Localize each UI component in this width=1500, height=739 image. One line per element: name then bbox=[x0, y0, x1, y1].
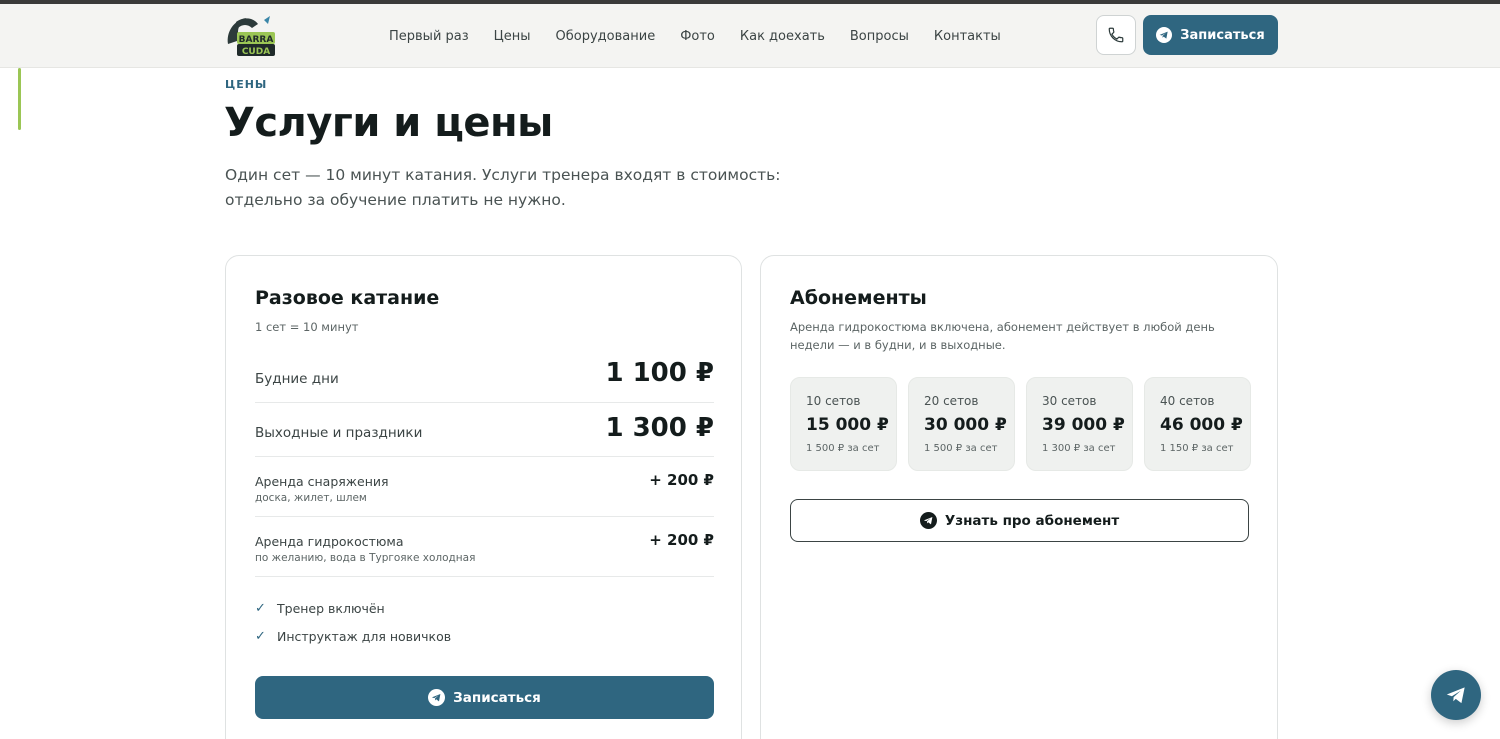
single-signup-button[interactable]: Записаться bbox=[255, 676, 714, 719]
single-ride-subtitle: 1 сет = 10 минут bbox=[255, 320, 359, 334]
price-row-note: доска, жилет, шлем bbox=[255, 492, 367, 504]
price-row-wetsuit-rental: Аренда гидрокостюма по желанию, вода в Т… bbox=[255, 517, 714, 577]
nav-directions[interactable]: Как доехать bbox=[740, 29, 825, 44]
nav-prices[interactable]: Цены bbox=[494, 29, 531, 44]
price-row-value: + 200 ₽ bbox=[649, 471, 714, 489]
feature-coach-included: ✓ Тренер включён bbox=[255, 601, 385, 616]
subscriptions-subtitle: Аренда гидрокостюма включена, абонемент … bbox=[790, 320, 1215, 352]
plan-sets: 30 сетов bbox=[1042, 394, 1097, 408]
price-row-value: + 200 ₽ bbox=[649, 531, 714, 549]
plan-card[interactable]: 10 сетов 15 000 ₽ 1 500 ₽ за сет bbox=[790, 377, 897, 471]
single-ride-title: Разовое катание bbox=[255, 287, 440, 309]
price-row-label: Аренда гидрокостюма bbox=[255, 534, 404, 549]
plan-amount: 39 000 ₽ bbox=[1042, 415, 1125, 435]
price-row-weekends: Выходные и праздники 1 300 ₽ bbox=[255, 403, 714, 457]
logo-word-2: CUDA bbox=[242, 47, 270, 57]
telegram-icon bbox=[919, 512, 937, 529]
price-row-gear-rental: Аренда снаряжения доска, жилет, шлем + 2… bbox=[255, 457, 714, 517]
plan-card[interactable]: 40 сетов 46 000 ₽ 1 150 ₽ за сет bbox=[1144, 377, 1251, 471]
subscription-info-button[interactable]: Узнать про абонемент bbox=[790, 499, 1249, 542]
header-signup-button[interactable]: Записаться bbox=[1143, 15, 1278, 55]
plan-per-set: 1 500 ₽ за сет bbox=[924, 443, 998, 454]
plan-amount: 15 000 ₽ bbox=[806, 415, 889, 435]
plan-card[interactable]: 20 сетов 30 000 ₽ 1 500 ₽ за сет bbox=[908, 377, 1015, 471]
single-signup-label: Записаться bbox=[453, 689, 541, 706]
price-row-weekdays: Будние дни 1 100 ₽ bbox=[255, 348, 714, 403]
floating-telegram-button[interactable] bbox=[1431, 670, 1481, 720]
plan-sets: 20 сетов bbox=[924, 394, 979, 408]
price-row-label: Будние дни bbox=[255, 371, 339, 387]
main-nav: Первый раз Цены Оборудование Фото Как до… bbox=[389, 4, 1026, 68]
plan-sets: 10 сетов bbox=[806, 394, 861, 408]
brand-logo[interactable]: BARRA CUDA bbox=[224, 14, 278, 58]
plan-per-set: 1 500 ₽ за сет bbox=[806, 443, 880, 454]
section-lead: Один сет — 10 минут катания. Услуги трен… bbox=[225, 166, 781, 209]
nav-contacts[interactable]: Контакты bbox=[934, 29, 1001, 44]
price-row-value: 1 100 ₽ bbox=[605, 358, 714, 388]
subscription-plans: 10 сетов 15 000 ₽ 1 500 ₽ за сет 20 сето… bbox=[790, 377, 1251, 471]
price-row-note: по желанию, вода в Тургояке холодная bbox=[255, 552, 476, 564]
subscriptions-title: Абонементы bbox=[790, 287, 927, 309]
page-title: Услуги и цены bbox=[224, 100, 553, 146]
plan-card[interactable]: 30 сетов 39 000 ₽ 1 300 ₽ за сет bbox=[1026, 377, 1133, 471]
plan-amount: 30 000 ₽ bbox=[924, 415, 1007, 435]
feature-label: Тренер включён bbox=[277, 601, 385, 616]
section-eyebrow: ЦЕНЫ bbox=[225, 78, 268, 91]
logo-word-1: BARRA bbox=[239, 35, 274, 45]
feature-briefing: ✓ Инструктаж для новичков bbox=[255, 629, 451, 644]
phone-icon bbox=[1108, 27, 1124, 43]
decorative-accent-line bbox=[18, 68, 21, 130]
check-icon: ✓ bbox=[255, 629, 266, 644]
site-header: BARRA CUDA Первый раз Цены Оборудование … bbox=[0, 4, 1500, 68]
telegram-icon bbox=[428, 689, 446, 706]
price-row-label: Аренда снаряжения bbox=[255, 474, 389, 489]
header-signup-label: Записаться bbox=[1180, 27, 1265, 43]
plan-per-set: 1 150 ₽ за сет bbox=[1160, 443, 1234, 454]
nav-faq[interactable]: Вопросы bbox=[850, 29, 909, 44]
telegram-icon bbox=[1446, 687, 1465, 704]
nav-first-time[interactable]: Первый раз bbox=[389, 29, 469, 44]
single-ride-card: Разовое катание 1 сет = 10 минут Будние … bbox=[225, 255, 742, 739]
check-icon: ✓ bbox=[255, 601, 266, 616]
subscription-info-label: Узнать про абонемент bbox=[944, 512, 1120, 529]
subscriptions-card: Абонементы Аренда гидрокостюма включена,… bbox=[760, 255, 1278, 739]
phone-button[interactable] bbox=[1096, 15, 1136, 55]
barracuda-logo-icon: BARRA CUDA bbox=[227, 16, 275, 57]
feature-label: Инструктаж для новичков bbox=[277, 629, 452, 644]
telegram-icon bbox=[1156, 27, 1173, 43]
plan-sets: 40 сетов bbox=[1160, 394, 1215, 408]
price-row-label: Выходные и праздники bbox=[255, 425, 423, 441]
plan-per-set: 1 300 ₽ за сет bbox=[1042, 443, 1116, 454]
plan-amount: 46 000 ₽ bbox=[1160, 415, 1243, 435]
nav-equipment[interactable]: Оборудование bbox=[556, 29, 656, 44]
nav-photo[interactable]: Фото bbox=[680, 29, 715, 44]
price-row-value: 1 300 ₽ bbox=[605, 413, 714, 443]
